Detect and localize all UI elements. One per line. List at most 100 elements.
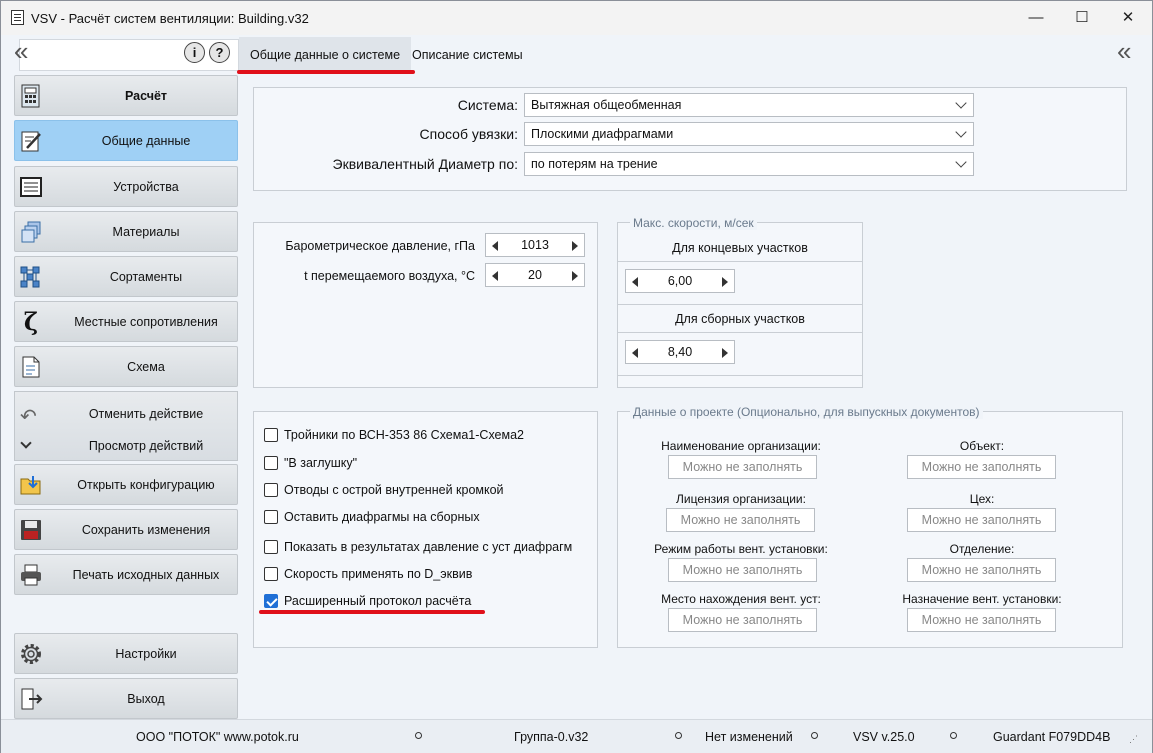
end-speed-stepper[interactable]: 6,00 [625, 269, 735, 293]
increment-arrow-icon[interactable] [572, 271, 578, 281]
collect-speed-stepper[interactable]: 8,40 [625, 340, 735, 364]
left-header-bar [19, 39, 239, 71]
field-label: Объект: [959, 439, 1005, 453]
title-bar: VSV - Расчёт систем вентиляции: Building… [1, 1, 1152, 35]
settings-label: Настройки [115, 646, 177, 661]
tab-general[interactable]: Общие данные о системе [239, 37, 412, 73]
collect-sections-label: Для сборных участков [675, 312, 805, 326]
field-label: Отделение: [949, 542, 1015, 556]
info-button[interactable]: i [184, 42, 205, 63]
status-guardant: Guardant F079DD4B [993, 730, 1111, 744]
work-mode-input[interactable]: Можно не заполнять [668, 558, 817, 582]
nav-devices[interactable]: Устройства [14, 166, 238, 207]
nav-assortments-label: Сортаменты [109, 269, 183, 284]
increment-arrow-icon[interactable] [722, 277, 728, 287]
status-group: Группа-0.v32 [514, 730, 589, 744]
decrement-arrow-icon[interactable] [492, 271, 498, 281]
close-button[interactable]: ✕ [1105, 1, 1151, 35]
floppy-disk-icon [19, 518, 43, 542]
option-checkbox[interactable] [264, 483, 278, 497]
workshop-input[interactable]: Можно не заполнять [907, 508, 1056, 532]
status-bar: ООО "ПОТОК" www.potok.ru Группа-0.v32 Не… [1, 719, 1152, 753]
edit-document-icon [19, 129, 43, 153]
status-separator-icon [675, 732, 682, 739]
nav-local-resistances[interactable]: ζ Местные сопротивления [14, 301, 238, 342]
collapse-left-arrow-icon[interactable]: « [14, 38, 29, 64]
chevron-down-icon [955, 156, 967, 168]
decrement-arrow-icon[interactable] [492, 241, 498, 251]
option-checkbox[interactable] [264, 456, 278, 470]
org-license-input[interactable]: Можно не заполнять [666, 508, 815, 532]
tab-underline-highlight [237, 70, 415, 74]
option-label: Расширенный протокол расчёта [284, 594, 472, 608]
nav-scheme[interactable]: Схема [14, 346, 238, 387]
purpose-input[interactable]: Можно не заполнять [907, 608, 1056, 632]
field-label: Назначение вент. установки: [902, 592, 1062, 606]
extended-protocol-checkbox[interactable] [264, 594, 278, 608]
nav-assortments[interactable]: Сортаменты [14, 256, 238, 297]
minimize-button[interactable]: — [1013, 1, 1059, 35]
pressure-value: 1013 [521, 238, 549, 252]
option-label: Скорость применять по D_эквив [284, 567, 473, 581]
org-name-input[interactable]: Можно не заполнять [668, 455, 817, 479]
app-document-icon [11, 10, 24, 25]
save-label: Сохранить изменения [81, 522, 211, 537]
link-method-value: Плоскими диафрагмами [531, 127, 674, 141]
diameter-label: Эквивалентный Диаметр по: [332, 156, 519, 172]
increment-arrow-icon[interactable] [722, 348, 728, 358]
scheme-icon [19, 355, 43, 379]
system-select-value: Вытяжная общеобменная [531, 98, 682, 112]
chevron-down-icon [955, 97, 967, 109]
option-checkbox[interactable] [264, 510, 278, 524]
location-input[interactable]: Можно не заполнять [668, 608, 817, 632]
decrement-arrow-icon[interactable] [632, 348, 638, 358]
exit-label: Выход [127, 691, 165, 706]
option-checkbox[interactable] [264, 540, 278, 554]
resize-grip-icon[interactable]: ⋰ [1129, 734, 1138, 745]
temperature-label: t перемещаемого воздуха, °С [304, 269, 475, 283]
increment-arrow-icon[interactable] [572, 241, 578, 251]
option-checkbox[interactable] [264, 567, 278, 581]
save-button[interactable]: Сохранить изменения [14, 509, 238, 550]
status-version: VSV v.25.0 [853, 730, 915, 744]
history-button[interactable]: Просмотр действий [14, 430, 238, 462]
end-speed-value: 6,00 [667, 274, 693, 288]
object-input[interactable]: Можно не заполнять [907, 455, 1056, 479]
tab-description[interactable]: Описание системы [401, 37, 534, 73]
temperature-stepper[interactable]: 20 [485, 263, 585, 287]
folder-open-icon [19, 473, 43, 497]
exit-button[interactable]: Выход [14, 678, 238, 719]
option-label: Отводы с острой внутренней кромкой [284, 483, 504, 497]
department-input[interactable]: Можно не заполнять [907, 558, 1056, 582]
option-label: Оставить диафрагмы на сборных [284, 510, 480, 524]
maximize-button[interactable]: ☐ [1059, 1, 1105, 35]
nav-general-data[interactable]: Общие данные [14, 120, 238, 161]
system-label: Система: [457, 97, 518, 113]
history-label: Просмотр действий [88, 439, 204, 453]
nav-general-data-label: Общие данные [101, 133, 191, 148]
option-checkbox[interactable] [264, 428, 278, 442]
option-underline-highlight [259, 610, 485, 614]
nav-scheme-label: Схема [127, 359, 165, 374]
system-select[interactable]: Вытяжная общеобменная [524, 93, 974, 117]
undo-arrow-icon: ↶ [20, 406, 37, 428]
open-config-label: Открыть конфигурацию [77, 477, 215, 492]
collapse-right-icon[interactable]: « [1117, 38, 1132, 64]
link-method-select[interactable]: Плоскими диафрагмами [524, 122, 974, 146]
calc-header[interactable]: Расчёт [14, 75, 238, 116]
nav-materials[interactable]: Материалы [14, 211, 238, 252]
print-button[interactable]: Печать исходных данных [14, 554, 238, 595]
materials-icon [19, 220, 43, 244]
device-icon [19, 175, 43, 199]
open-config-button[interactable]: Открыть конфигурацию [14, 464, 238, 505]
decrement-arrow-icon[interactable] [632, 277, 638, 287]
settings-button[interactable]: Настройки [14, 633, 238, 674]
project-legend: Данные о проекте (Опционально, для выпус… [630, 405, 983, 419]
chevron-down-icon [955, 126, 967, 138]
link-method-label: Способ увязки: [419, 126, 518, 142]
field-label: Место нахождения вент. уст: [661, 592, 821, 606]
undo-button[interactable]: ↶ Отменить действие [14, 398, 238, 430]
diameter-select[interactable]: по потерям на трение [524, 152, 974, 176]
help-button[interactable]: ? [209, 42, 230, 63]
pressure-stepper[interactable]: 1013 [485, 233, 585, 257]
